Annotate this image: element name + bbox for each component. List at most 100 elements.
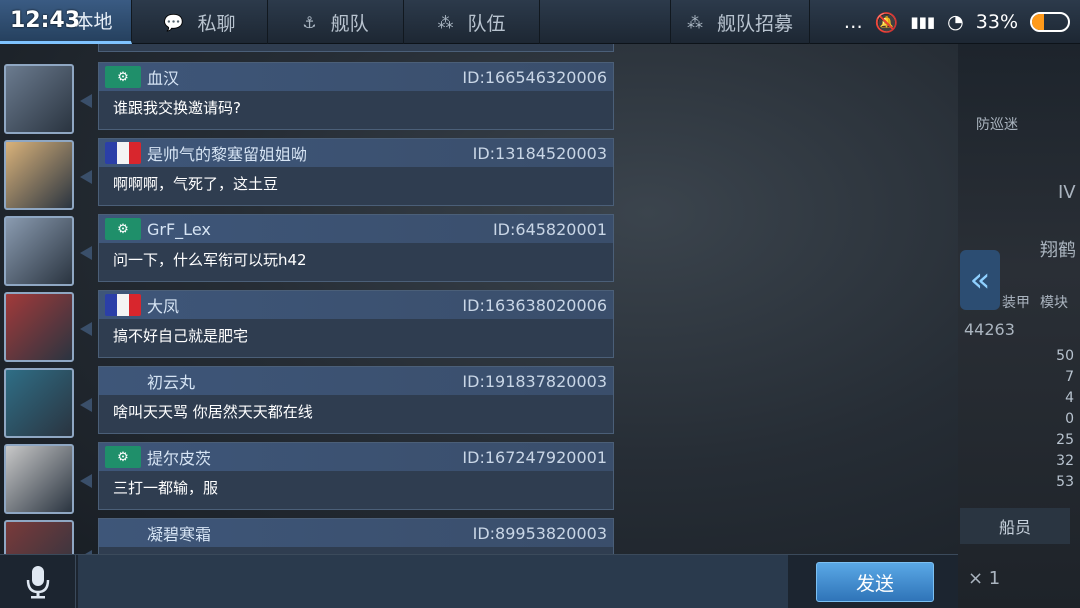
chat-bubble-icon: 💬 (163, 12, 184, 32)
tier-label: IV (1058, 182, 1076, 203)
battery-fill (1032, 14, 1044, 30)
signal-icon: ▮▮▮ (910, 13, 936, 31)
sender-id: ID:167247920001 (462, 447, 607, 467)
sender-name[interactable]: 是帅气的黎塞留姐姐呦 (147, 141, 473, 165)
bubble-pointer (80, 398, 92, 412)
top-bar: 本地 💬 私聊 ⚓ 舰队 ⁂ 队伍 ⁂ 舰队招募 12:43 … 🔕 ▮▮▮ ◔… (0, 0, 1080, 44)
message-header: 凝碧寒霜 ID:89953820003 (99, 519, 613, 547)
more-icon: … (843, 11, 863, 33)
battery-icon (1030, 12, 1070, 32)
chat-message: ⚙ GrF_Lex ID:645820001 问一下，什么军衔可以玩h42 (0, 214, 620, 286)
bubble-pointer (80, 474, 92, 488)
message-header: 是帅气的黎塞留姐姐呦 ID:13184520003 (99, 139, 613, 167)
chat-message: 是帅气的黎塞留姐姐呦 ID:13184520003 啊啊啊，气死了，这土豆 (0, 138, 620, 210)
crew-button[interactable]: 船员 (960, 508, 1070, 544)
avatar[interactable] (4, 444, 74, 514)
message-text (99, 547, 613, 554)
avatar[interactable] (4, 140, 74, 210)
faction-flag-icon (105, 142, 141, 164)
avatar[interactable] (4, 520, 74, 554)
message-text: 问一下，什么军衔可以玩h42 (113, 251, 307, 269)
message-text: 谁跟我交换邀请码? (113, 99, 241, 117)
ship-name: 翔鹤 (1040, 240, 1076, 261)
chat-message: ⚙ 血汉 ID:166546320006 谁跟我交换邀请码? (0, 62, 620, 134)
bubble-pointer (80, 94, 92, 108)
faction-flag-icon: ⚙ (105, 218, 141, 240)
tab-fleet-recruit[interactable]: ⁂ 舰队招募 (670, 0, 810, 44)
faction-flag-icon (105, 522, 141, 544)
faction-flag-icon (105, 370, 141, 392)
sender-name[interactable]: GrF_Lex (147, 220, 493, 239)
tab-label: 私聊 (197, 12, 236, 35)
faction-flag-icon: ⚙ (105, 66, 141, 88)
message-text: 啥叫天天骂 你居然天天都在线 (113, 403, 313, 421)
message-header: ⚙ 提尔皮茨 ID:167247920001 (99, 443, 613, 471)
chat-list[interactable]: ⚙ 血汉 ID:166546320006 谁跟我交换邀请码? 是帅气的黎塞留姐姐… (0, 44, 958, 554)
stat-value: 50 (1056, 348, 1074, 364)
tab-label: 舰队 (330, 12, 369, 35)
collapse-panel-button[interactable]: « (960, 250, 1000, 310)
bubble-pointer (80, 170, 92, 184)
item-count: × 1 (968, 568, 1001, 589)
tab-fleet[interactable]: ⚓ 舰队 (268, 0, 404, 44)
stat-value: 7 (1065, 369, 1074, 385)
stat-value: 53 (1056, 474, 1074, 490)
side-label-a: 防巡迷 (976, 117, 1018, 133)
sender-id: ID:163638020006 (462, 295, 607, 315)
sender-name[interactable]: 血汉 (147, 65, 462, 89)
sender-id: ID:13184520003 (472, 143, 607, 163)
message-header: ⚙ 血汉 ID:166546320006 (99, 63, 613, 91)
sender-name[interactable]: 初云丸 (147, 369, 462, 393)
status-bar: … 🔕 ▮▮▮ ◔ 33% (844, 0, 1070, 44)
avatar[interactable] (4, 368, 74, 438)
message-input[interactable] (78, 555, 788, 608)
message-bubble: 凝碧寒霜 ID:89953820003 (98, 518, 614, 554)
send-button[interactable]: 发送 (816, 562, 934, 602)
power-value: 44263 (964, 320, 1015, 339)
chat-message: 大凤 ID:163638020006 搞不好自己就是肥宅 (0, 290, 620, 362)
battery-text: 33% (975, 11, 1018, 33)
message-header: 初云丸 ID:191837820003 (99, 367, 613, 395)
avatar[interactable] (4, 64, 74, 134)
tab-label: 队伍 (467, 12, 506, 35)
message-bubble-edge (98, 44, 614, 52)
message-bubble: 初云丸 ID:191837820003 啥叫天天骂 你居然天天都在线 (98, 366, 614, 434)
avatar[interactable] (4, 216, 74, 286)
sender-name[interactable]: 凝碧寒霜 (147, 521, 473, 545)
chat-message: 初云丸 ID:191837820003 啥叫天天骂 你居然天天都在线 (0, 366, 620, 438)
clock: 12:43 (10, 8, 81, 33)
microphone-icon (26, 566, 49, 599)
recruit-icon: ⁂ (686, 12, 703, 32)
team-icon: ⁂ (437, 12, 454, 32)
message-bubble: 大凤 ID:163638020006 搞不好自己就是肥宅 (98, 290, 614, 358)
tab-label: 本地 (74, 11, 113, 33)
bubble-pointer (80, 322, 92, 336)
tab-label: 舰队招募 (716, 12, 793, 35)
message-bubble: 是帅气的黎塞留姐姐呦 ID:13184520003 啊啊啊，气死了，这土豆 (98, 138, 614, 206)
tab-team[interactable]: ⁂ 队伍 (404, 0, 540, 44)
voice-button[interactable] (0, 555, 76, 608)
sender-name[interactable]: 大凤 (147, 293, 462, 317)
message-bubble: ⚙ GrF_Lex ID:645820001 问一下，什么军衔可以玩h42 (98, 214, 614, 282)
tab-private-chat[interactable]: 💬 私聊 (132, 0, 268, 44)
chat-message: ⚙ 提尔皮茨 ID:167247920001 三打一都输，服 (0, 442, 620, 514)
sender-id: ID:89953820003 (472, 523, 607, 543)
wifi-icon: ◔ (947, 11, 964, 33)
avatar[interactable] (4, 292, 74, 362)
chat-message: 凝碧寒霜 ID:89953820003 (0, 518, 620, 554)
sender-name[interactable]: 提尔皮茨 (147, 445, 462, 469)
mute-icon: 🔕 (874, 11, 899, 34)
stat-value: 4 (1065, 390, 1074, 406)
faction-flag-icon: ⚙ (105, 446, 141, 468)
sender-id: ID:166546320006 (462, 67, 607, 87)
message-text: 啊啊啊，气死了，这土豆 (113, 175, 279, 193)
message-text: 搞不好自己就是肥宅 (113, 327, 249, 345)
faction-flag-icon (105, 294, 141, 316)
sender-id: ID:191837820003 (462, 371, 607, 391)
side-label-b: 装甲 (1002, 295, 1030, 311)
input-bar: 发送 (0, 554, 958, 608)
message-header: ⚙ GrF_Lex ID:645820001 (99, 215, 613, 243)
message-header: 大凤 ID:163638020006 (99, 291, 613, 319)
sender-id: ID:645820001 (492, 219, 607, 239)
side-label-c: 模块 (1040, 295, 1068, 311)
